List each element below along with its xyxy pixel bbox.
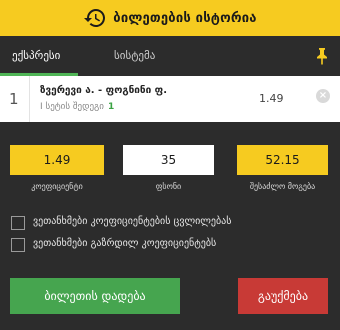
header-bar: ბილეთების ისტორია — [0, 0, 340, 36]
bet-odd: 1.49 — [259, 92, 284, 105]
accept-increased-label[interactable]: ვეთანხმები გაზრდილ კოეფიციენტებს — [33, 238, 216, 249]
tab-bar: ექსპრესი სისტემა — [0, 36, 340, 76]
bet-row: 1 ზვერევი ა. - ფოგნინი ფ. I სეტის შედეგი… — [0, 76, 340, 122]
stake-input[interactable]: 35 — [123, 145, 214, 175]
bet-index: 1 — [9, 90, 19, 108]
stake-label: ფსონი — [155, 182, 182, 191]
accept-increased-checkbox[interactable] — [11, 238, 25, 252]
event-name: ზვერევი ა. - ფოგნინი ფ. — [40, 85, 168, 96]
place-bet-button[interactable]: ბილეთის დადება — [10, 278, 180, 314]
outcome-value: 1 — [107, 102, 115, 112]
tab-express[interactable]: ექსპრესი — [0, 36, 79, 76]
close-icon[interactable]: × — [316, 89, 330, 103]
market-name: I სეტის შედეგი — [40, 102, 104, 112]
page-title: ბილეთების ისტორია — [113, 10, 257, 26]
coefficient-label: კოეფიციენტი — [31, 182, 83, 191]
accept-changes-label[interactable]: ვეთანხმები კოეფიციენტების ცვლილებას — [33, 216, 231, 227]
market-line: I სეტის შედეგი 1 — [40, 102, 114, 112]
coefficient-value: 1.49 — [10, 145, 104, 175]
possible-win-value: 52.15 — [237, 145, 328, 175]
divider — [29, 76, 30, 122]
tab-system[interactable]: სისტემა — [102, 36, 167, 76]
accept-changes-checkbox[interactable] — [11, 216, 25, 230]
history-icon — [84, 9, 106, 27]
cancel-button[interactable]: გაუქმება — [238, 278, 328, 314]
pin-icon[interactable] — [312, 46, 332, 66]
possible-win-label: შესაძლო მოგება — [249, 182, 316, 191]
